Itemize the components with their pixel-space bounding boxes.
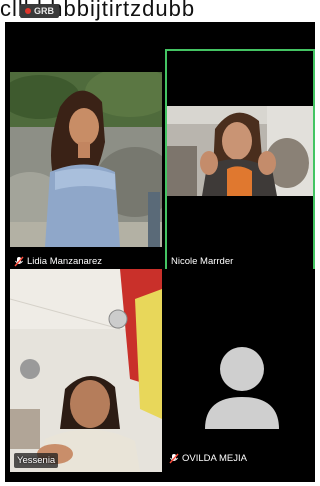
participant-tile-yessenia[interactable]: Yessenia	[10, 269, 162, 472]
mic-muted-icon	[14, 256, 24, 267]
top-strip: cllbbhbbijtirtzdubb GRB	[0, 0, 315, 22]
participant-grid: Lidia Manzanarez Nicole Marrder Yessenia…	[5, 22, 315, 482]
participant-name-tag: Nicole Marrder	[171, 256, 233, 267]
participant-tile-lidia[interactable]: Lidia Manzanarez	[10, 72, 162, 277]
participant-name: Nicole Marrder	[171, 256, 234, 267]
participant-name: Lidia Manzanarez	[27, 256, 102, 267]
participant-name: OVILDA MEJIA	[182, 453, 247, 464]
recording-dot-icon	[25, 8, 31, 14]
participant-tile-nicole[interactable]: Nicole Marrder	[165, 49, 315, 277]
participant-name: Yessenia	[17, 455, 56, 466]
mic-muted-icon	[169, 453, 179, 464]
participant-video	[10, 269, 162, 472]
avatar-placeholder-icon	[205, 347, 279, 429]
participant-name-tag: Yessenia	[14, 453, 59, 468]
participant-name-tag: OVILDA MEJIA	[169, 453, 247, 464]
participant-name-tag: Lidia Manzanarez	[14, 256, 102, 267]
participant-tile-ovilda[interactable]: OVILDA MEJIA	[165, 269, 315, 472]
participant-video	[10, 72, 162, 247]
recording-badge: GRB	[20, 4, 59, 18]
video-call-screen: cllbbhbbijtirtzdubb GRB Lidia Manzanarez…	[0, 0, 315, 486]
recording-label: GRB	[34, 6, 54, 16]
participant-video	[167, 51, 313, 275]
